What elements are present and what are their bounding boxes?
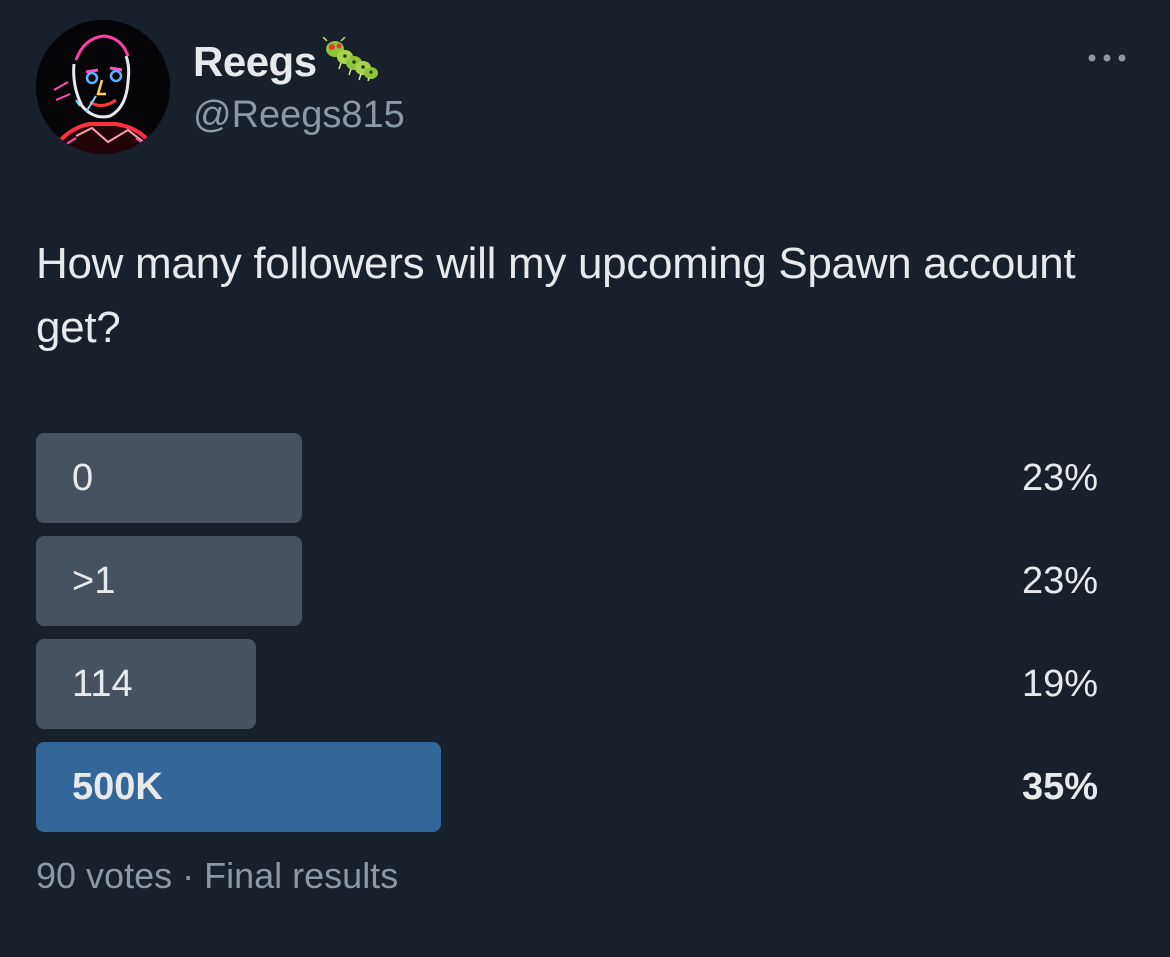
- tweet-text: How many followers will my upcoming Spaw…: [36, 239, 1076, 352]
- author-display-name[interactable]: Reegs: [193, 38, 317, 86]
- caterpillar-icon: [322, 37, 378, 81]
- neon-face-avatar: [36, 20, 170, 154]
- poll-status: Final results: [204, 855, 399, 896]
- author-handle[interactable]: @Reegs815: [193, 92, 405, 138]
- poll-option: >1 23%: [36, 536, 1098, 626]
- author-name-row[interactable]: Reegs: [193, 36, 379, 88]
- poll: 0 23% >1 23% 114 19% 500K 35%: [36, 433, 1098, 845]
- poll-option-percent: 23%: [1021, 560, 1098, 602]
- poll-option-label: >1: [72, 560, 116, 602]
- poll-meta-separator: ·: [182, 855, 195, 896]
- poll-option: 114 19%: [36, 639, 1098, 729]
- avatar[interactable]: [36, 20, 170, 154]
- poll-option-percent: 35%: [1021, 766, 1098, 808]
- poll-meta: 90 votes · Final results: [36, 852, 398, 900]
- poll-bar: [36, 639, 256, 729]
- poll-option-label: 114: [72, 663, 133, 705]
- poll-option-label: 500K: [72, 766, 163, 808]
- poll-option-percent: 23%: [1021, 457, 1098, 499]
- poll-option: 0 23%: [36, 433, 1098, 523]
- poll-option-percent: 19%: [1021, 663, 1098, 705]
- poll-option-label: 0: [72, 457, 94, 499]
- more-horizontal-icon[interactable]: [1084, 48, 1130, 68]
- poll-option-winner: 500K 35%: [36, 742, 1098, 832]
- poll-vote-count: 90 votes: [36, 855, 173, 896]
